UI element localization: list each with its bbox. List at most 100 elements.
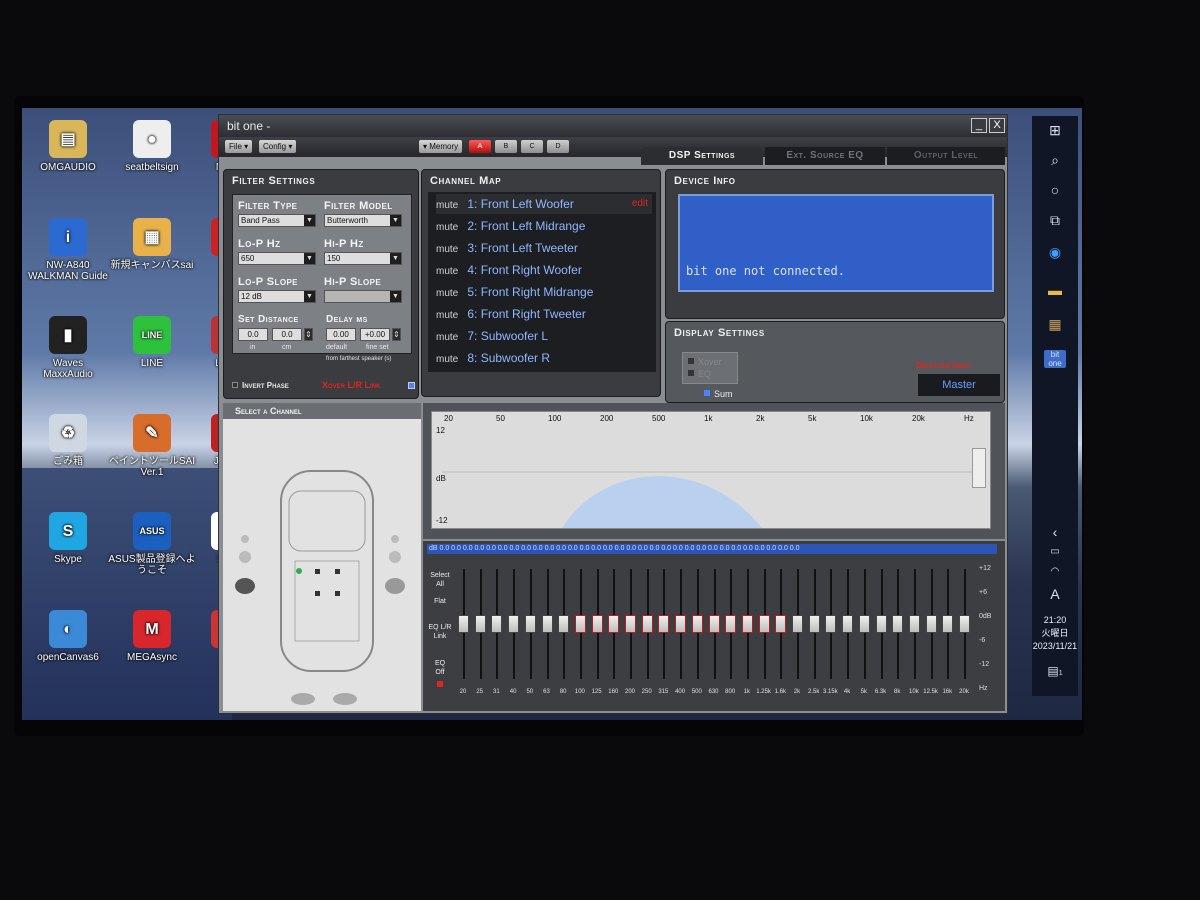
eq-fader-track[interactable] [625,569,636,679]
eq-fader-track[interactable] [541,569,553,679]
eq-fader-track[interactable] [908,569,920,679]
eq-fader-knob[interactable] [508,615,520,633]
eq-fader-knob[interactable] [541,615,553,633]
tab-output-level[interactable]: Output Level [887,147,1005,165]
battery-icon[interactable]: ▭ [1032,546,1078,557]
eq-fader-knob[interactable] [959,615,970,633]
desktop-icon[interactable]: ▮ Waves MaxxAudio [22,316,114,380]
ime-indicator[interactable]: A [1032,586,1078,602]
cortana-icon[interactable]: ○ [1032,182,1078,198]
task-view-icon[interactable]: ⧉ [1032,212,1078,229]
minimize-button[interactable]: _ [971,118,987,133]
sum-checkbox[interactable] [704,390,710,396]
lop-slope-select[interactable]: 12 dB ▼ [238,290,316,303]
eq-fader-knob[interactable] [741,615,753,633]
delay-stepper[interactable]: ⇕ [392,328,401,341]
eq-fader-knob[interactable] [524,615,536,633]
delay-fine-input[interactable]: +0.00 [360,328,390,341]
memory-menu[interactable]: ▾ Memory [419,140,463,153]
eq-fader-track[interactable] [524,569,536,679]
eq-fader-knob[interactable] [641,615,653,633]
eq-fader-track[interactable] [658,569,670,679]
eq-fader-track[interactable] [508,569,520,679]
channel-row[interactable]: mute 6: Front Right Tweeter [436,304,652,324]
eq-fader-knob[interactable] [908,615,920,633]
eq-fader-track[interactable] [491,569,503,679]
eq-fader-track[interactable] [574,569,586,679]
speaker-woofer-right[interactable] [385,578,405,594]
eq-fader-track[interactable] [792,569,803,679]
eq-fader-track[interactable] [842,569,854,679]
eq-lr-link-button[interactable]: EQ L/R Link [425,623,455,641]
mute-toggle[interactable]: mute [436,262,464,282]
xover-checkbox[interactable] [688,358,694,364]
speaker-rear-left[interactable] [315,591,320,596]
eq-fader-knob[interactable] [858,615,870,633]
eq-fader-track[interactable] [591,569,603,679]
eq-fader-knob[interactable] [942,615,954,633]
eq-off-indicator[interactable] [437,681,443,687]
eq-fader-track[interactable] [858,569,870,679]
mute-toggle[interactable]: mute [436,306,464,326]
eq-fader-track[interactable] [959,569,970,679]
distance-stepper[interactable]: ⇕ [304,328,313,341]
eq-fader-knob[interactable] [474,615,486,633]
eq-fader-knob[interactable] [558,615,570,633]
channel-row[interactable]: mute 2: Front Left Midrange [436,216,652,236]
channel-row[interactable]: mute 5: Front Right Midrange [436,282,652,302]
filter-type-select[interactable]: Band Pass ▼ [238,214,316,227]
eq-fader-track[interactable] [808,569,820,679]
speaker-mid-right-icon[interactable] [389,551,401,563]
eq-fader-knob[interactable] [658,615,670,633]
distance-cm-input[interactable]: 0.0 [272,328,302,341]
invert-phase-checkbox[interactable] [232,382,238,388]
edit-button[interactable]: edit [632,194,648,214]
eq-fader-knob[interactable] [892,615,904,633]
memory-slot-b[interactable]: B [495,140,517,153]
close-button[interactable]: X [989,118,1005,133]
speaker-woofer-left[interactable] [235,578,255,594]
zoom-icon[interactable] [972,448,986,488]
eq-fader-track[interactable] [641,569,653,679]
eq-fader-track[interactable] [942,569,954,679]
filter-model-select[interactable]: Butterworth ▼ [324,214,402,227]
windows-start-icon[interactable]: ⊞ [1032,122,1078,139]
eq-checkbox[interactable] [688,370,694,376]
chevron-up-icon[interactable]: ‹ [1032,524,1078,540]
channel-row[interactable]: mute 7: Subwoofer L [436,326,652,346]
channel-row[interactable]: mute 1: Front Left Woofer edit [436,194,652,214]
memory-slot-a[interactable]: A [469,140,491,153]
clock-time[interactable]: 21:20 [1032,614,1078,626]
channel-row[interactable]: mute 4: Front Right Woofer [436,260,652,280]
eq-fader-track[interactable] [775,569,787,679]
mute-toggle[interactable]: mute [436,218,464,238]
desktop-icon[interactable]: ▤ OMGAUDIO [22,120,114,173]
eq-fader-knob[interactable] [825,615,837,633]
speaker-tweeter-right[interactable] [391,535,399,543]
eq-fader-track[interactable] [741,569,753,679]
eq-fader-knob[interactable] [792,615,803,633]
eq-fader-track[interactable] [458,569,469,679]
eq-fader-knob[interactable] [842,615,854,633]
eq-fader-track[interactable] [608,569,620,679]
search-icon[interactable]: ⌕ [1032,152,1078,169]
channel-row[interactable]: mute 3: Front Left Tweeter [436,238,652,258]
eq-fader-track[interactable] [558,569,570,679]
eq-fader-knob[interactable] [458,615,469,633]
notification-icon[interactable]: ▤1 [1032,664,1078,678]
wifi-icon[interactable]: ◠ [1032,566,1078,577]
tab-ext-source-eq[interactable]: Ext. Source EQ [765,147,885,165]
lop-select[interactable]: 650 ▼ [238,252,316,265]
bitone-taskbar-icon[interactable]: bit one [1044,350,1066,368]
eq-fader-knob[interactable] [491,615,503,633]
speaker-mid[interactable] [315,569,320,574]
memory-slot-d[interactable]: D [547,140,569,153]
mute-toggle[interactable]: mute [436,284,464,304]
file-menu[interactable]: File ▾ [225,140,253,153]
eq-fader-track[interactable] [675,569,687,679]
channel-row[interactable]: mute 8: Subwoofer R [436,348,652,368]
config-menu[interactable]: Config ▾ [259,140,297,153]
speaker-mid-left-icon[interactable] [239,551,251,563]
eq-fader-track[interactable] [474,569,486,679]
desktop-icon[interactable]: ◐ openCanvas6 [22,610,114,663]
